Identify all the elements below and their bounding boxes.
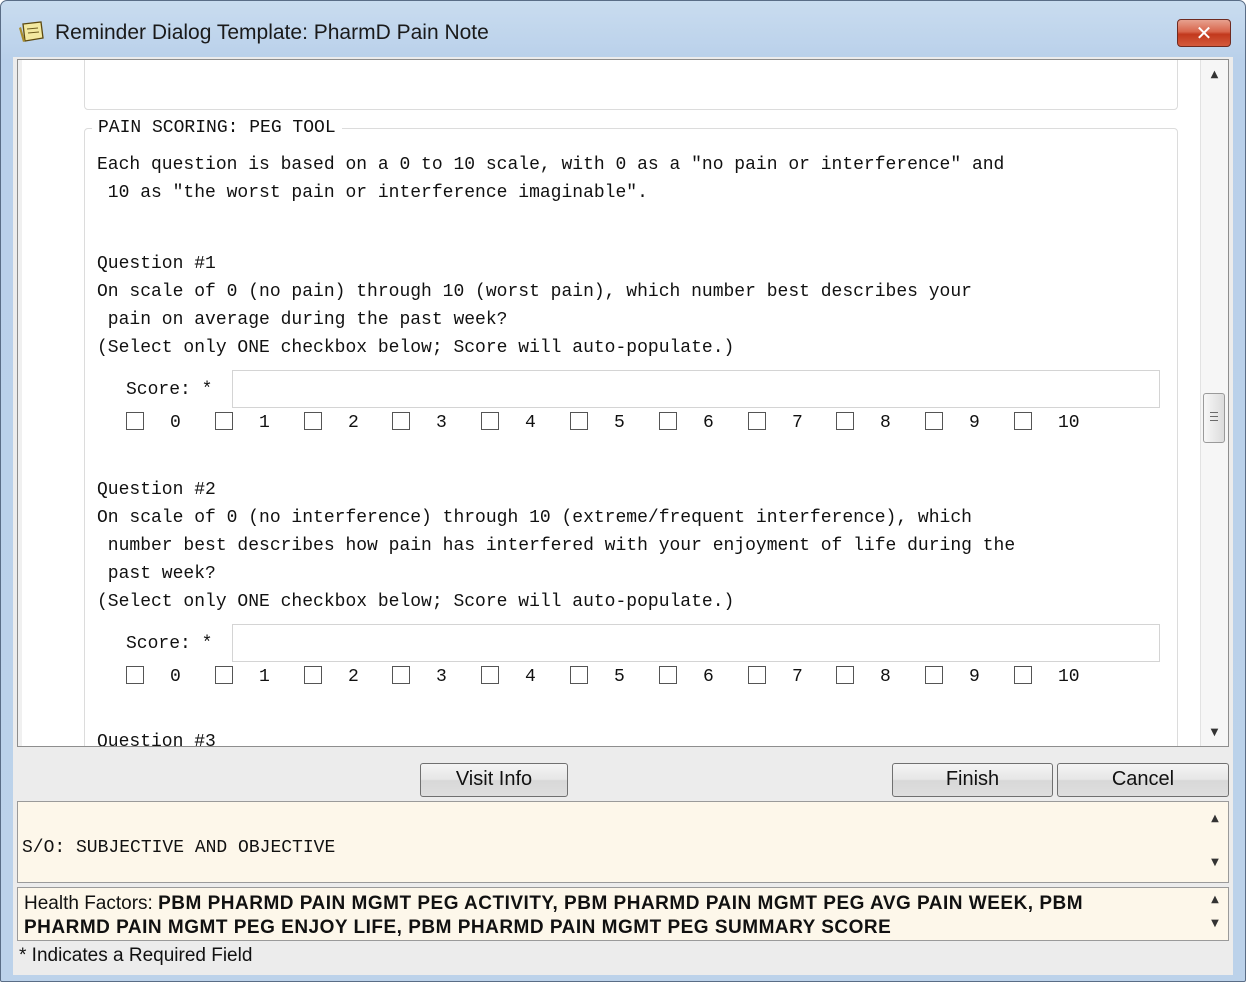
question-2-checkbox-0[interactable] [126,666,144,684]
question-2-checkbox-label: 6 [703,667,714,687]
question-2-checkbox-6[interactable] [659,666,677,684]
question-1-score-input[interactable] [232,370,1160,408]
question-2-text-line3: past week? [97,564,216,584]
content-vertical-scrollbar[interactable]: ▲ ▼ [1200,60,1228,746]
question-1-checkbox-label: 9 [969,413,980,433]
scroll-down-icon[interactable]: ▼ [1202,852,1228,874]
visit-info-button[interactable]: Visit Info [420,763,568,797]
question-2-checkbox-label: 5 [614,667,625,687]
question-1-checkbox-label: 6 [703,413,714,433]
dialog-window: Reminder Dialog Template: PharmD Pain No… [0,0,1246,982]
question-1-checkbox-label: 1 [259,413,270,433]
question-2-score-label: Score: * [126,634,213,654]
cancel-button[interactable]: Cancel [1057,763,1229,797]
preview-scrollbar[interactable]: ▲ ▼ [1202,802,1228,882]
question-1-checkbox-7[interactable] [748,412,766,430]
question-1-checkbox-label: 0 [170,413,181,433]
question-1-checkbox-5[interactable] [570,412,588,430]
question-2-checkbox-label: 8 [880,667,891,687]
grip-line [1210,416,1218,417]
notepad-icon [19,21,44,42]
question-2-checkbox-3[interactable] [392,666,410,684]
scroll-down-icon[interactable]: ▼ [1202,914,1228,934]
health-factors-scrollbar[interactable]: ▲ ▼ [1202,888,1228,940]
previous-group-box [84,60,1178,110]
question-1-checkbox-0[interactable] [126,412,144,430]
question-1-checkbox-label: 5 [614,413,625,433]
question-2-checkbox-label: 1 [259,667,270,687]
note-preview-panel[interactable]: S/O: SUBJECTIVE AND OBJECTIVE ▲ ▼ [17,801,1229,883]
question-1-checkbox-1[interactable] [215,412,233,430]
question-1-score-label: Score: * [126,380,213,400]
left-margin [18,60,22,746]
question-2-text-line2: number best describes how pain has inter… [97,536,1016,556]
question-1-checkbox-9[interactable] [925,412,943,430]
required-field-note: * Indicates a Required Field [19,945,253,966]
question-1-checkbox-8[interactable] [836,412,854,430]
close-button[interactable]: ✕ [1177,19,1231,47]
question-1-checkbox-2[interactable] [304,412,322,430]
scroll-up-icon[interactable]: ▲ [1201,64,1228,86]
intro-text-line1: Each question is based on a 0 to 10 scal… [97,155,1005,175]
question-2-checkbox-label: 0 [170,667,181,687]
question-3-title: Question #3 [97,732,216,747]
question-2-checkbox-label: 9 [969,667,980,687]
scroll-up-icon[interactable]: ▲ [1202,890,1228,910]
button-bar: Visit Info Finish Cancel [13,749,1233,799]
question-2-instruction: (Select only ONE checkbox below; Score w… [97,592,735,612]
window-title: Reminder Dialog Template: PharmD Pain No… [55,21,489,44]
question-2-checkbox-label: 4 [525,667,536,687]
question-2-checkbox-5[interactable] [570,666,588,684]
question-2-checkbox-2[interactable] [304,666,322,684]
question-2-checkbox-1[interactable] [215,666,233,684]
question-1-checkbox-label: 8 [880,413,891,433]
question-1-instruction: (Select only ONE checkbox below; Score w… [97,338,735,358]
question-2-checkbox-label: 2 [348,667,359,687]
grip-line [1210,420,1218,421]
question-2-checkbox-7[interactable] [748,666,766,684]
scroll-up-icon[interactable]: ▲ [1202,808,1228,830]
question-1-text-line1: On scale of 0 (no pain) through 10 (wors… [97,282,972,302]
question-2-checkbox-9[interactable] [925,666,943,684]
question-1-title: Question #1 [97,254,216,274]
question-1-checkbox-4[interactable] [481,412,499,430]
grip-line [1210,412,1218,413]
dialog-content-panel[interactable]: PAIN SCORING: PEG TOOL Each question is … [17,59,1229,747]
group-legend: PAIN SCORING: PEG TOOL [92,118,342,138]
question-2-score-input[interactable] [232,624,1160,662]
health-factors-line2: PHARMD PAIN MGMT PEG ENJOY LIFE, PBM PHA… [24,917,892,938]
scroll-down-icon[interactable]: ▼ [1201,722,1228,744]
question-2-text-line1: On scale of 0 (no interference) through … [97,508,972,528]
question-1-checkbox-3[interactable] [392,412,410,430]
dialog-client-area: PAIN SCORING: PEG TOOL Each question is … [13,57,1233,975]
health-factors-text: Health Factors: PBM PHARMD PAIN MGMT PEG… [24,892,1184,940]
health-factors-label: Health Factors: [24,893,153,914]
question-1-text-line2: pain on average during the past week? [97,310,508,330]
question-2-checkbox-8[interactable] [836,666,854,684]
health-factors-line1: PBM PHARMD PAIN MGMT PEG ACTIVITY, PBM P… [158,893,1084,914]
note-preview-text: S/O: SUBJECTIVE AND OBJECTIVE [22,838,336,858]
question-2-checkbox-label: 7 [792,667,803,687]
question-1-checkbox-label: 2 [348,413,359,433]
question-1-checkbox-label: 4 [525,413,536,433]
question-2-title: Question #2 [97,480,216,500]
question-2-checkbox-label: 10 [1058,667,1080,687]
close-icon: ✕ [1195,21,1213,45]
question-2-checkbox-10[interactable] [1014,666,1032,684]
question-2-checkbox-label: 3 [436,667,447,687]
question-1-checkbox-label: 3 [436,413,447,433]
scrollbar-thumb[interactable] [1203,393,1225,443]
title-bar[interactable]: Reminder Dialog Template: PharmD Pain No… [1,1,1245,59]
question-1-checkbox-6[interactable] [659,412,677,430]
question-1-checkbox-label: 7 [792,413,803,433]
intro-text-line2: 10 as "the worst pain or interference im… [97,183,648,203]
question-2-checkbox-4[interactable] [481,666,499,684]
health-factors-panel[interactable]: Health Factors: PBM PHARMD PAIN MGMT PEG… [17,887,1229,941]
question-1-checkbox-label: 10 [1058,413,1080,433]
finish-button[interactable]: Finish [892,763,1053,797]
question-1-checkbox-10[interactable] [1014,412,1032,430]
